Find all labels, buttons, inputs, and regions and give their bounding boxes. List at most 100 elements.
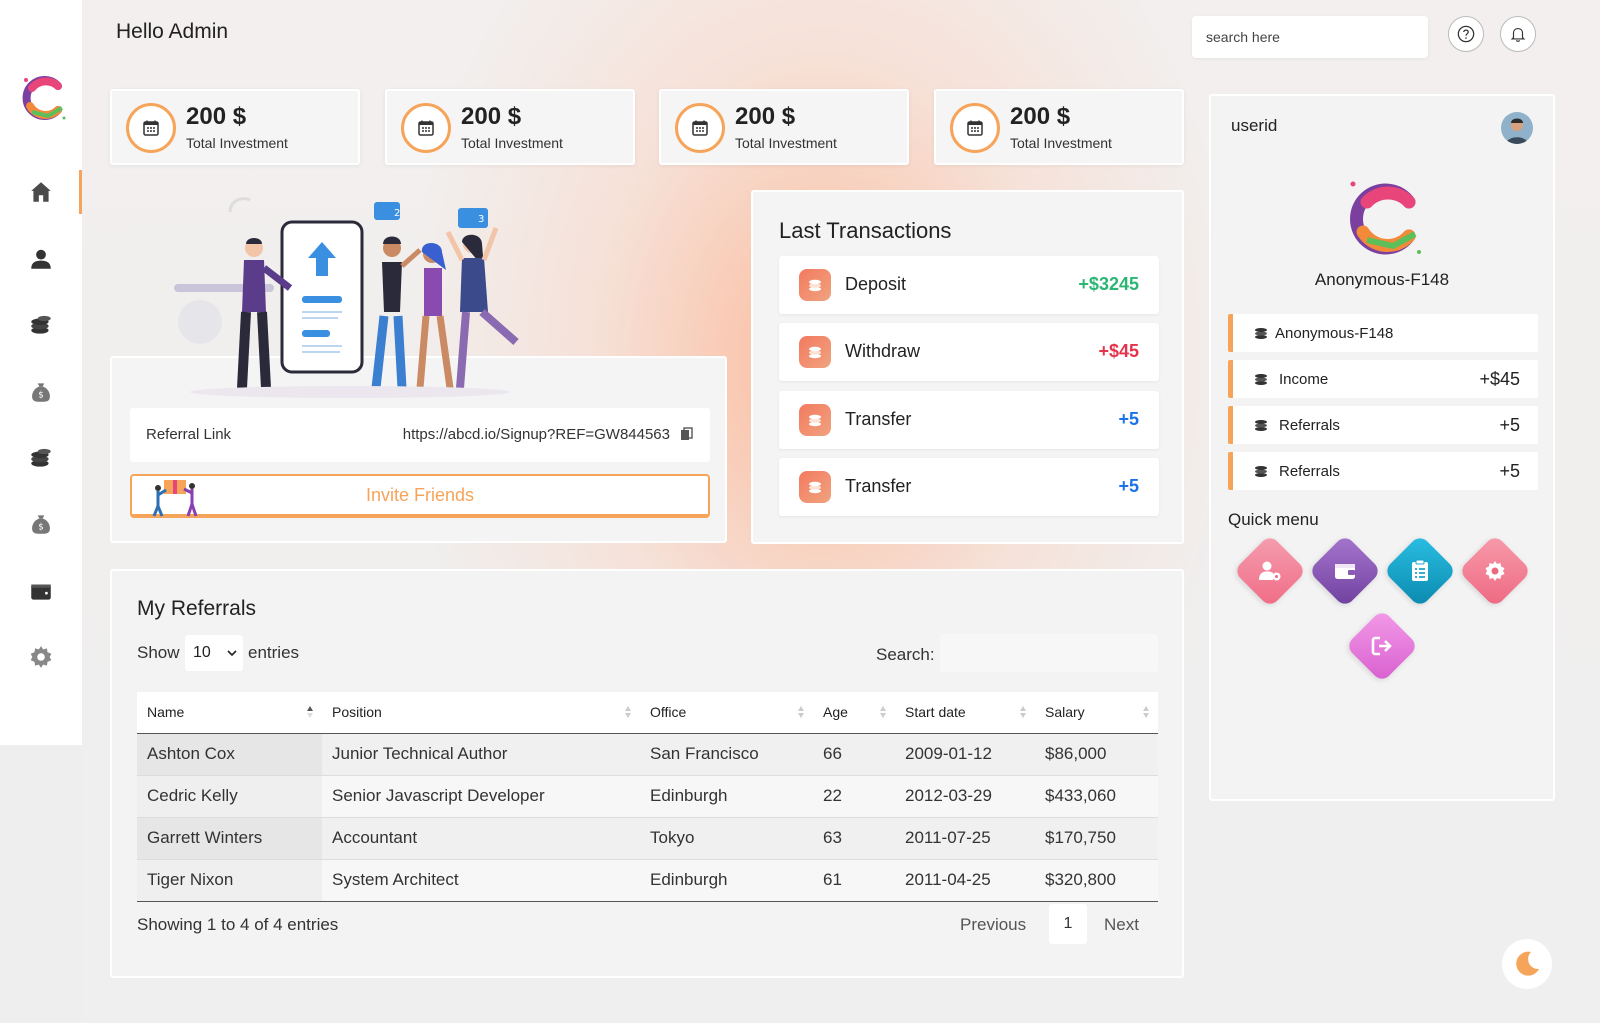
notifications-button[interactable] (1500, 16, 1536, 52)
invite-friends-label: Invite Friends (365, 485, 475, 505)
nav-money-bag-2[interactable]: $ (0, 500, 82, 548)
svg-text:3: 3 (478, 214, 484, 225)
page-length-value: 10 (193, 644, 211, 661)
stat-card: 200 $ Total Investment (934, 89, 1184, 165)
moon-icon (1516, 951, 1539, 976)
previous-page-button[interactable]: Previous (960, 915, 1026, 935)
profile-card: userid Anonymous-F148 Anonymous-F148 Inc… (1209, 94, 1555, 801)
calendar-icon (401, 103, 451, 153)
table-search-input[interactable] (940, 634, 1158, 672)
page-length-select[interactable]: 10 (185, 635, 243, 671)
coins-icon (1255, 328, 1267, 339)
theme-toggle-button[interactable] (1502, 939, 1552, 989)
gear-icon (1485, 561, 1505, 581)
svg-text:$: $ (38, 522, 44, 532)
profile-info-row: Referrals +5 (1228, 406, 1538, 444)
referral-link-label: Referral Link (146, 426, 232, 443)
show-label: Show (137, 643, 180, 662)
nav-coins-2[interactable] (0, 434, 82, 482)
home-icon (31, 182, 51, 202)
sort-asc-icon (307, 706, 313, 718)
stat-label: Total Investment (186, 135, 288, 151)
sort-icon (880, 706, 886, 718)
stat-label: Total Investment (1010, 135, 1112, 151)
quick-menu-logout[interactable] (1345, 609, 1419, 683)
nav-wallet[interactable] (0, 567, 82, 615)
nav-money-bag[interactable]: $ (0, 368, 82, 416)
sort-icon (798, 706, 804, 718)
sort-icon (625, 706, 631, 718)
quick-menu-wallet[interactable] (1308, 534, 1382, 608)
bell-icon (1510, 28, 1526, 42)
coins-icon (1255, 374, 1267, 385)
page-number-button[interactable]: 1 (1049, 904, 1087, 944)
quick-menu-clipboard[interactable] (1383, 534, 1457, 608)
profile-info-label: Referrals (1279, 463, 1340, 480)
stat-label: Total Investment (461, 135, 563, 151)
profile-info-value: +$45 (1479, 369, 1520, 389)
brand-logo-icon (22, 76, 66, 120)
transaction-amount: +$45 (1098, 341, 1139, 361)
profile-info-row: Referrals +5 (1228, 452, 1538, 490)
transaction-row[interactable]: Transfer +5 (779, 458, 1159, 516)
coins-icon (31, 315, 51, 334)
column-header-start-date[interactable]: Start date (895, 692, 1035, 734)
nav-profile[interactable] (0, 235, 82, 283)
calendar-icon (675, 103, 725, 153)
page-title: Hello Admin (116, 20, 229, 43)
column-header-position[interactable]: Position (322, 692, 640, 734)
stat-card: 200 $ Total Investment (110, 89, 360, 165)
money-bag-icon: $ (32, 515, 50, 534)
stat-card: 200 $ Total Investment (385, 89, 635, 165)
quick-menu-settings[interactable] (1458, 534, 1532, 608)
transaction-amount: +5 (1118, 476, 1139, 496)
avatar[interactable] (1501, 112, 1533, 144)
user-avatar-icon (1501, 112, 1533, 144)
coins-icon (799, 404, 831, 436)
gear-icon (30, 646, 52, 668)
stat-label: Total Investment (735, 135, 837, 151)
nav-home[interactable] (0, 168, 82, 216)
calendar-icon (950, 103, 1000, 153)
quick-menu-user-settings[interactable] (1233, 534, 1307, 608)
sidebar: $ $ (0, 0, 82, 745)
logout-icon (1371, 636, 1392, 656)
userid-label: userid (1231, 116, 1278, 135)
my-referrals-card: My Referrals Show 10 entries Search: Nam… (110, 569, 1184, 978)
transaction-row[interactable]: Transfer +5 (779, 391, 1159, 449)
stat-value: 200 $ (1010, 103, 1071, 130)
coins-icon (799, 336, 831, 368)
wallet-icon (1335, 564, 1355, 579)
table-row: Tiger Nixon System Architect Edinburgh 6… (137, 859, 1158, 902)
search-input[interactable] (1192, 16, 1428, 58)
svg-text:$: $ (38, 390, 44, 400)
table-info: Showing 1 to 4 of 4 entries (137, 915, 339, 934)
user-icon (31, 249, 51, 269)
transaction-name: Transfer (845, 476, 912, 496)
transaction-row[interactable]: Deposit +$3245 (779, 256, 1159, 314)
copy-icon[interactable] (680, 427, 694, 441)
invite-friends-button[interactable]: Invite Friends (130, 474, 710, 518)
column-header-office[interactable]: Office (640, 692, 813, 734)
profile-info-label: Income (1279, 371, 1329, 388)
profile-info-value: +5 (1499, 415, 1520, 435)
table-search-label: Search: (876, 645, 935, 664)
profile-info-row: Anonymous-F148 (1228, 314, 1538, 352)
column-header-salary[interactable]: Salary (1035, 692, 1158, 734)
profile-info-label: Referrals (1279, 417, 1340, 434)
nav-coins[interactable] (0, 301, 82, 349)
profile-info-label: Anonymous-F148 (1275, 325, 1394, 342)
transactions-title: Last Transactions (779, 218, 952, 243)
transaction-row[interactable]: Withdraw +$45 (779, 323, 1159, 381)
clipboard-icon (1412, 559, 1428, 581)
column-header-age[interactable]: Age (813, 692, 895, 734)
nav-settings[interactable] (0, 633, 82, 681)
column-header-name[interactable]: Name (137, 692, 322, 734)
stat-value: 200 $ (735, 103, 796, 130)
help-button[interactable] (1448, 16, 1484, 52)
sort-icon (1143, 706, 1149, 718)
transaction-name: Deposit (845, 274, 907, 294)
referrals-table: Name Position Office Age Start date Sala… (137, 692, 1158, 902)
next-page-button[interactable]: Next (1104, 915, 1139, 935)
transaction-amount: +5 (1118, 409, 1139, 429)
